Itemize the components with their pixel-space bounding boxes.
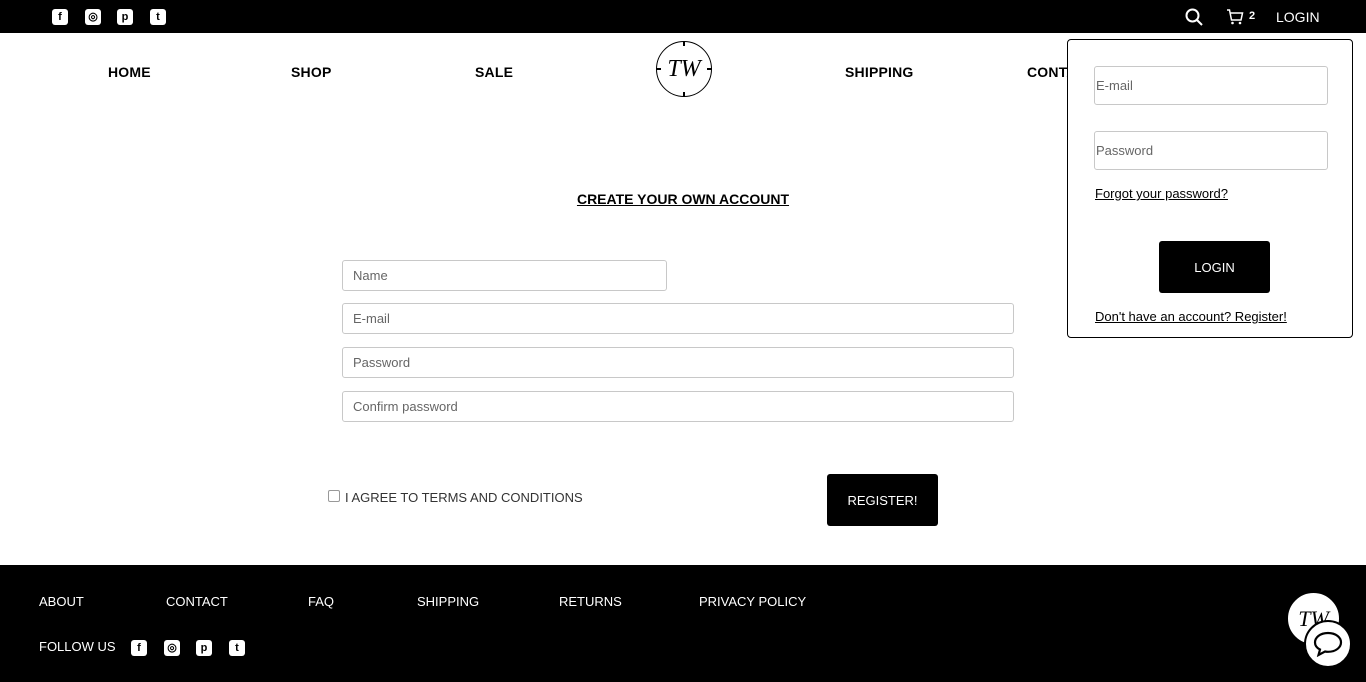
terms-checkbox[interactable] [328,490,340,502]
footer-shipping[interactable]: SHIPPING [417,594,479,609]
login-link[interactable]: LOGIN [1276,9,1320,25]
logo-tick [683,41,685,46]
twitter-icon[interactable]: t [229,640,245,656]
logo[interactable]: TW [656,41,712,97]
cart-icon[interactable] [1226,9,1244,25]
login-password-input[interactable] [1094,131,1328,170]
logo-tick [656,68,661,70]
forgot-password-link[interactable]: Forgot your password? [1095,186,1228,201]
nav-home[interactable]: HOME [108,64,151,80]
footer-faq[interactable]: FAQ [308,594,334,609]
pinterest-icon[interactable]: p [117,9,133,25]
footer-privacy-policy[interactable]: PRIVACY POLICY [699,594,806,609]
instagram-icon[interactable]: ◎ [85,9,101,25]
follow-us-label: FOLLOW US [39,639,116,654]
twitter-icon[interactable]: t [150,9,166,25]
name-input[interactable] [342,260,667,291]
login-email-input[interactable] [1094,66,1328,105]
footer-about[interactable]: ABOUT [39,594,84,609]
footer-contact[interactable]: CONTACT [166,594,228,609]
pinterest-icon[interactable]: p [196,640,212,656]
facebook-icon[interactable]: f [52,9,68,25]
nav-shipping[interactable]: SHIPPING [845,64,914,80]
facebook-icon[interactable]: f [131,640,147,656]
logo-tick [683,92,685,97]
page-title-text: CREATE YOUR OWN ACCOUNT [576,191,790,207]
nav-shop[interactable]: SHOP [291,64,331,80]
instagram-icon[interactable]: ◎ [164,640,180,656]
cart-count-badge: 2 [1249,10,1256,22]
search-icon[interactable] [1185,8,1203,26]
chat-bubble-icon [1313,631,1343,657]
email-input[interactable] [342,303,1014,334]
chat-button[interactable] [1304,620,1352,668]
login-button[interactable]: LOGIN [1159,241,1270,293]
top-bar: f ◎ p t 2 LOGIN [0,0,1366,33]
register-button[interactable]: REGISTER! [827,474,938,526]
register-link[interactable]: Don't have an account? Register! [1095,309,1287,324]
password-input[interactable] [342,347,1014,378]
nav-sale[interactable]: SALE [475,64,513,80]
logo-text: TW [667,55,701,82]
footer-returns[interactable]: RETURNS [559,594,622,609]
footer: ABOUT CONTACT FAQ SHIPPING RETURNS PRIVA… [0,565,1366,682]
login-panel: Forgot your password? LOGIN Don't have a… [1067,39,1353,338]
terms-label: I AGREE TO TERMS AND CONDITIONS [345,490,583,505]
logo-tick [707,68,712,70]
confirm-password-input[interactable] [342,391,1014,422]
